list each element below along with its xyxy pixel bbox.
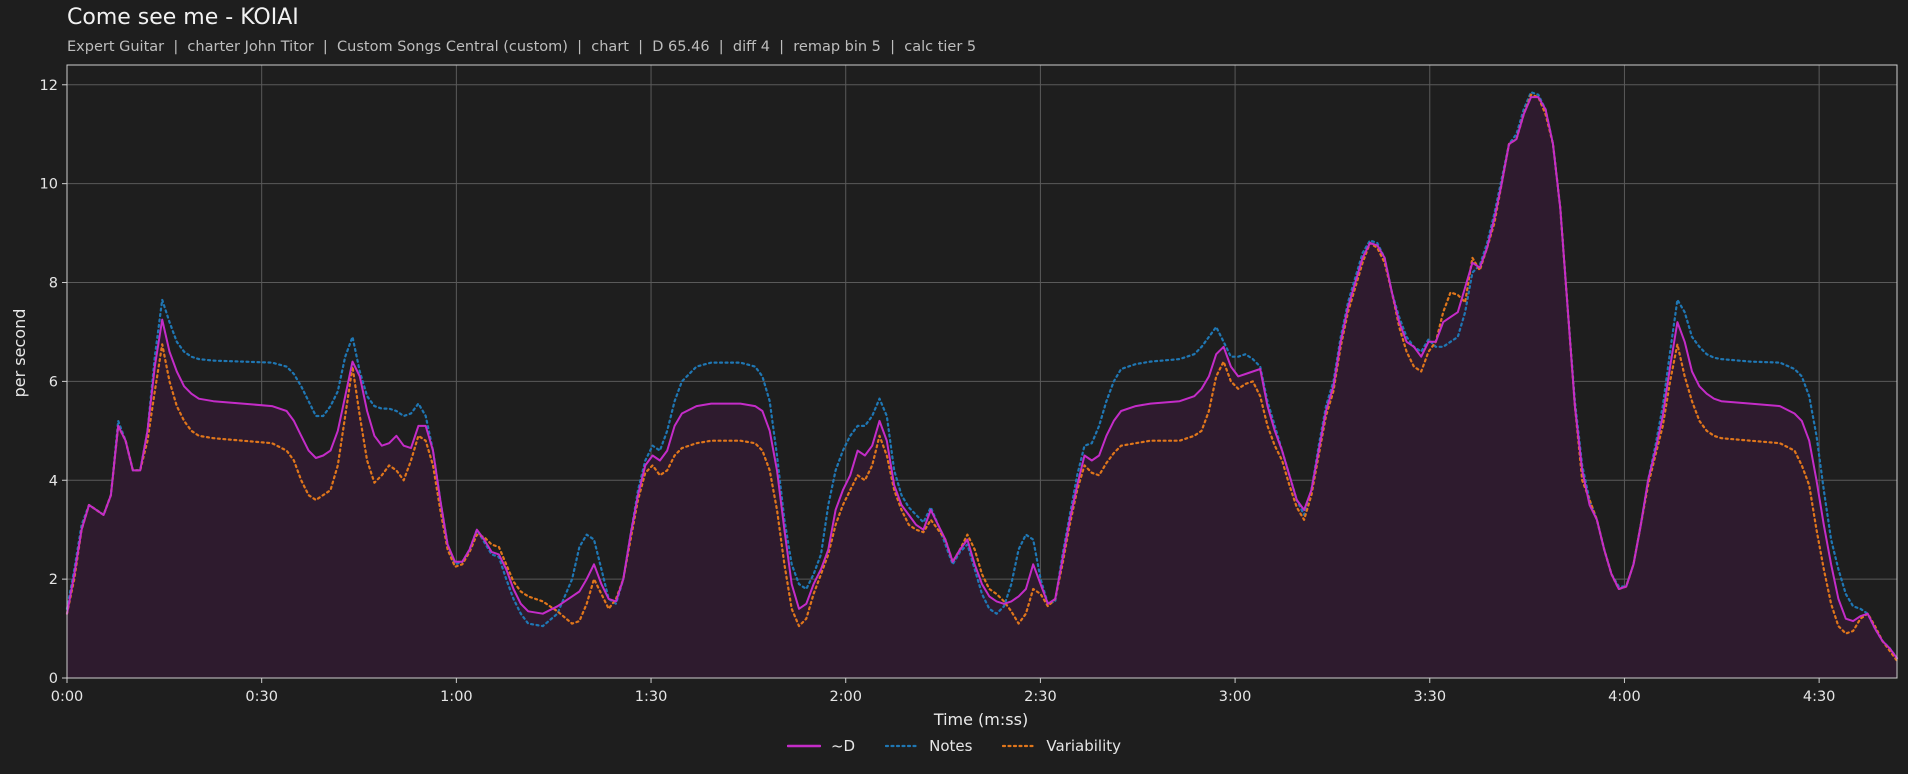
y-tick-label: 0 <box>49 671 58 687</box>
y-tick-label: 6 <box>49 374 58 390</box>
x-tick-label: 4:00 <box>1608 689 1641 705</box>
x-tick-label: 3:00 <box>1219 689 1252 705</box>
legend-item: Notes <box>885 737 972 755</box>
legend-label: Variability <box>1046 737 1122 755</box>
legend-swatch <box>885 744 920 748</box>
legend-item: Variability <box>1002 737 1121 755</box>
legend-item: ~D <box>786 737 856 755</box>
x-axis-ticks: 0:00 0:30 1:00 1:30 2:00 2:30 3:00 3:30 4:00 4:30 <box>51 678 1836 705</box>
legend-swatch <box>786 744 821 748</box>
legend-label: ~D <box>830 737 856 755</box>
x-tick-label: 4:30 <box>1803 689 1836 705</box>
legend-swatch <box>1002 744 1037 748</box>
legend-label: Notes <box>929 737 973 755</box>
x-tick-label: 3:30 <box>1413 689 1446 705</box>
x-tick-label: 2:00 <box>829 689 862 705</box>
y-tick-label: 4 <box>49 473 58 489</box>
y-axis-label: per second <box>10 309 29 398</box>
x-tick-label: 0:30 <box>245 689 278 705</box>
y-axis-ticks: 0 2 4 6 8 10 12 <box>40 78 67 687</box>
x-axis-label: Time (m:ss) <box>933 710 1028 729</box>
x-tick-label: 1:00 <box>440 689 473 705</box>
y-tick-label: 8 <box>49 276 58 292</box>
x-tick-label: 1:30 <box>635 689 668 705</box>
y-tick-label: 2 <box>49 572 58 588</box>
y-tick-label: 12 <box>40 78 58 94</box>
x-tick-label: 2:30 <box>1024 689 1057 705</box>
legend: ~D Notes Variability <box>0 737 1908 755</box>
line-chart: 0 2 4 6 8 10 12 0:00 0:30 1:00 1:30 2:00 2:30 3:00 3:… <box>10 64 1899 729</box>
y-tick-label: 10 <box>40 177 58 193</box>
x-tick-label: 0:00 <box>51 689 84 705</box>
